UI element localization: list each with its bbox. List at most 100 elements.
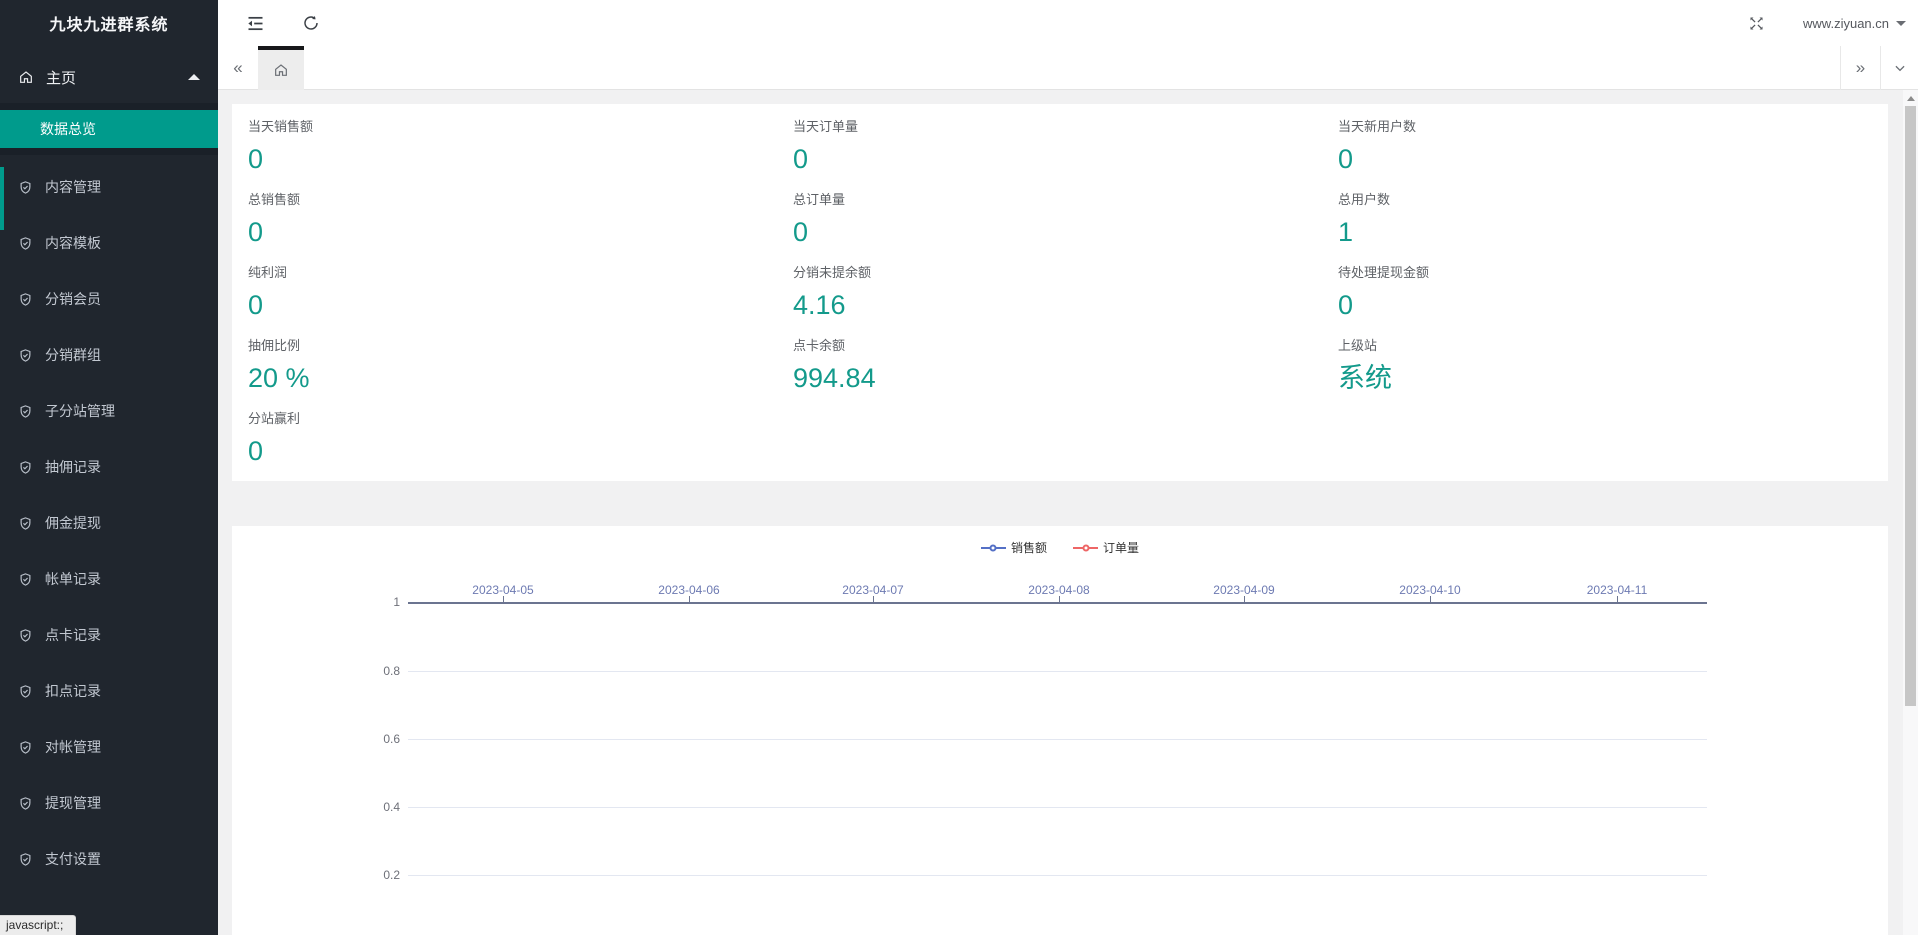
sidebar-item-label: 支付设置 <box>45 849 101 869</box>
tabs-scroll-right-button[interactable]: » <box>1840 46 1880 90</box>
sidebar-item-label: 提现管理 <box>45 793 101 813</box>
scrollbar-up-arrow-icon[interactable] <box>1907 96 1915 101</box>
sidebar-scrollbar-thumb[interactable] <box>0 167 4 230</box>
stat-point-card-balance: 点卡余额 994.84 <box>793 333 1338 406</box>
gridline <box>408 807 1707 808</box>
app-root: 九块九进群系统 主页 数据总览 内容管理 内容模板 <box>0 0 1918 935</box>
y-axis-tick-label: 0.2 <box>350 867 400 883</box>
x-axis-line <box>408 602 1707 604</box>
sidebar-item-data-overview[interactable]: 数据总览 <box>0 110 218 148</box>
shield-check-icon <box>18 404 33 419</box>
stat-today-orders: 当天订单量 0 <box>793 114 1338 187</box>
stat-label: 纯利润 <box>248 265 793 281</box>
sidebar-item-label: 子分站管理 <box>45 401 115 421</box>
stat-value: 994.84 <box>793 363 1338 393</box>
sidebar-toggle-button[interactable] <box>233 0 277 46</box>
refresh-button[interactable] <box>289 0 333 46</box>
sidebar-item-withdraw-manage[interactable]: 提现管理 <box>0 775 218 831</box>
stat-value: 0 <box>793 144 1338 174</box>
double-chevron-right-icon: » <box>1856 58 1865 78</box>
sidebar-item-label: 主页 <box>46 67 76 88</box>
sidebar-item-commission-record[interactable]: 抽佣记录 <box>0 439 218 495</box>
sidebar-item-label: 扣点记录 <box>45 681 101 701</box>
sidebar-item-distribution-group[interactable]: 分销群组 <box>0 327 218 383</box>
page-scrollbar[interactable] <box>1903 90 1918 935</box>
stat-parent-station: 上级站 系统 <box>1338 333 1888 406</box>
top-header: www.ziyuan.cn <box>218 0 1918 46</box>
stat-value: 0 <box>248 217 793 247</box>
sidebar-item-reconciliation-manage[interactable]: 对帐管理 <box>0 719 218 775</box>
sidebar-item-label: 抽佣记录 <box>45 457 101 477</box>
app-title: 九块九进群系统 <box>0 0 218 51</box>
stat-value: 0 <box>793 217 1338 247</box>
shield-check-icon <box>18 348 33 363</box>
stat-label: 上级站 <box>1338 338 1888 354</box>
tab-home[interactable] <box>258 46 304 90</box>
y-axis-tick-label: 0.6 <box>350 731 400 747</box>
stat-total-sales: 总销售额 0 <box>248 187 793 260</box>
stat-value: 系统 <box>1338 363 1888 393</box>
chevron-down-icon <box>1893 61 1907 75</box>
sidebar-item-point-card-record[interactable]: 点卡记录 <box>0 607 218 663</box>
tabs-scroll-left-button[interactable]: « <box>218 46 258 90</box>
caret-down-icon <box>1896 21 1906 26</box>
refresh-icon <box>302 14 320 32</box>
sidebar-item-bill-record[interactable]: 帐单记录 <box>0 551 218 607</box>
sidebar-item-label: 分销群组 <box>45 345 101 365</box>
site-domain-dropdown[interactable]: www.ziyuan.cn <box>1803 0 1906 46</box>
sidebar-item-label: 对帐管理 <box>45 737 101 757</box>
stat-label: 分站赢利 <box>248 411 793 427</box>
shield-check-icon <box>18 796 33 811</box>
stat-today-sales: 当天销售额 0 <box>248 114 793 187</box>
stat-value: 0 <box>248 290 793 320</box>
home-icon <box>18 69 34 85</box>
stat-value: 0 <box>248 144 793 174</box>
sidebar-item-distribution-member[interactable]: 分销会员 <box>0 271 218 327</box>
chevron-up-icon <box>188 74 200 80</box>
shield-check-icon <box>18 684 33 699</box>
tabs-menu-button[interactable] <box>1880 46 1918 90</box>
tab-bar: « » <box>218 46 1918 90</box>
stat-label: 当天销售额 <box>248 119 793 135</box>
stat-empty-cell <box>793 406 1338 479</box>
stat-value: 4.16 <box>793 290 1338 320</box>
fullscreen-button[interactable] <box>1734 0 1778 46</box>
stat-label: 点卡余额 <box>793 338 1338 354</box>
scrollbar-thumb[interactable] <box>1905 106 1916 706</box>
stat-pending-withdraw-amount: 待处理提现金额 0 <box>1338 260 1888 333</box>
stat-value: 0 <box>248 436 793 466</box>
legend-item-orders[interactable]: 订单量 <box>1073 539 1139 556</box>
stat-commission-ratio: 抽佣比例 20 % <box>248 333 793 406</box>
sidebar-item-content-template[interactable]: 内容模板 <box>0 215 218 271</box>
stat-total-orders: 总订单量 0 <box>793 187 1338 260</box>
stat-label: 当天订单量 <box>793 119 1338 135</box>
gridline <box>408 739 1707 740</box>
sidebar: 九块九进群系统 主页 数据总览 内容管理 内容模板 <box>0 0 218 935</box>
stat-empty-cell <box>1338 406 1888 479</box>
shield-check-icon <box>18 852 33 867</box>
shield-check-icon <box>18 180 33 195</box>
sidebar-item-payment-settings[interactable]: 支付设置 <box>0 831 218 887</box>
sidebar-item-deduction-record[interactable]: 扣点记录 <box>0 663 218 719</box>
stat-value: 0 <box>1338 290 1888 320</box>
shield-check-icon <box>18 292 33 307</box>
stat-value: 20 % <box>248 363 793 393</box>
legend-item-sales[interactable]: 销售额 <box>981 539 1047 556</box>
sidebar-item-label: 佣金提现 <box>45 513 101 533</box>
y-axis-tick-label: 1 <box>350 594 400 610</box>
y-axis-tick-label: 0.8 <box>350 663 400 679</box>
stat-label: 总订单量 <box>793 192 1338 208</box>
sidebar-item-content-manage[interactable]: 内容管理 <box>0 159 218 215</box>
legend-label: 订单量 <box>1103 539 1139 556</box>
sidebar-item-label: 帐单记录 <box>45 569 101 589</box>
sidebar-item-commission-withdraw[interactable]: 佣金提现 <box>0 495 218 551</box>
y-axis-tick-label: 0.4 <box>350 799 400 815</box>
stat-today-new-users: 当天新用户数 0 <box>1338 114 1888 187</box>
stat-total-users: 总用户数 1 <box>1338 187 1888 260</box>
sidebar-item-substation-manage[interactable]: 子分站管理 <box>0 383 218 439</box>
chart-legend: 销售额 订单量 <box>232 539 1888 556</box>
legend-label: 销售额 <box>1011 539 1047 556</box>
sidebar-item-home[interactable]: 主页 <box>0 51 218 103</box>
sidebar-item-label: 分销会员 <box>45 289 101 309</box>
sidebar-item-label: 内容模板 <box>45 233 101 253</box>
